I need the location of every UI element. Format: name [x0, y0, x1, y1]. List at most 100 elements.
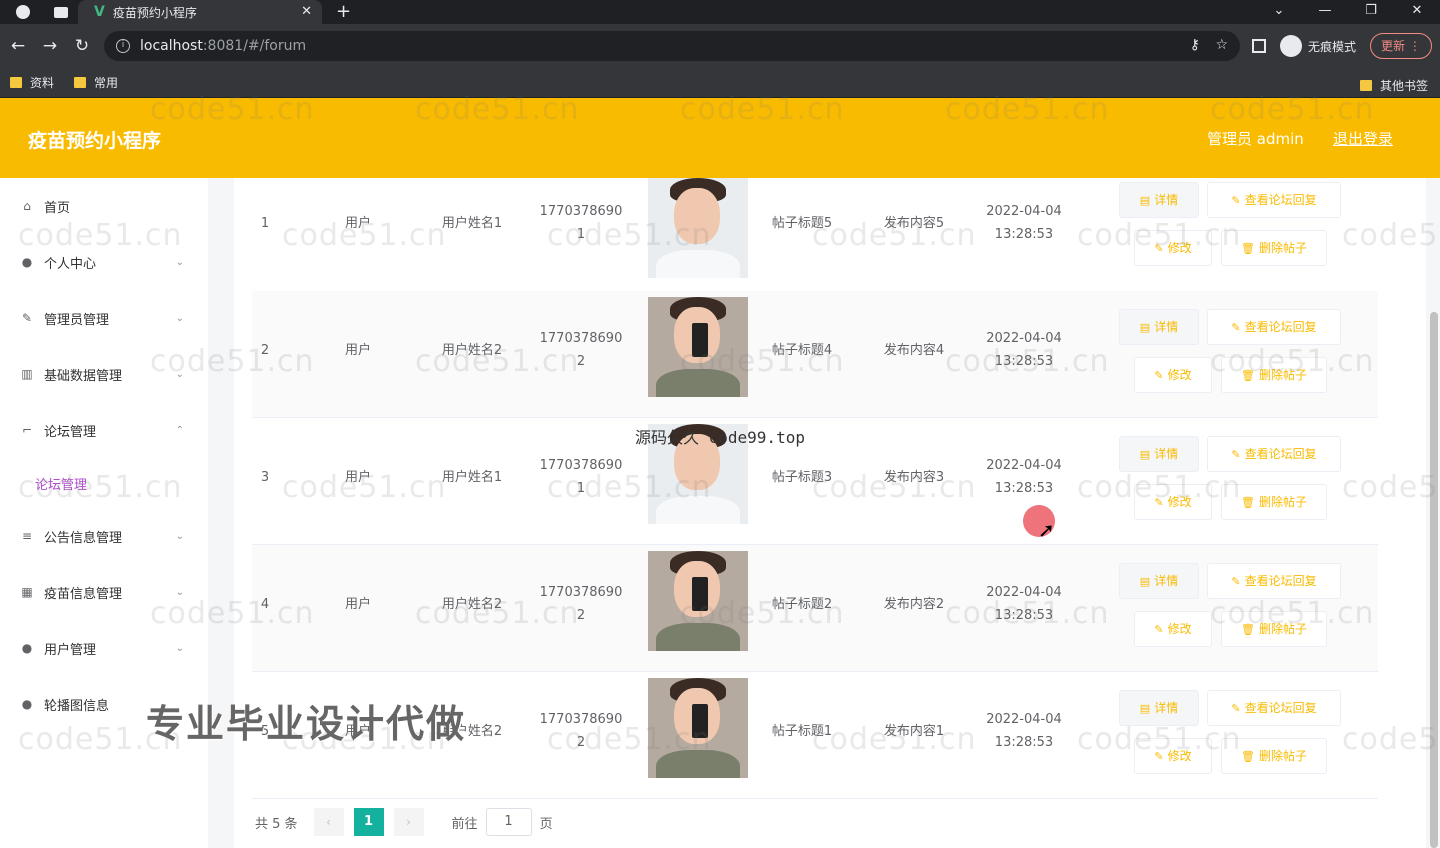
new-tab-icon[interactable]: +: [336, 0, 351, 24]
bookmark-folder[interactable]: 常用: [74, 74, 118, 91]
table-row: 4 用户 用户姓名2 1770378690 2 帖子标题2 发布内容2 2022-…: [252, 545, 1378, 672]
reload-icon[interactable]: ↻: [66, 36, 98, 56]
browser-tab-bar: V 疫苗预约小程序 ✕ + ⌄ — ❐ ✕: [0, 0, 1440, 24]
delete-post-button[interactable]: 🗑 删除帖子: [1221, 738, 1327, 774]
key-icon[interactable]: ⚷: [1190, 37, 1200, 53]
document-icon: ▤: [1139, 194, 1151, 207]
table-row: 1 用户 用户姓名1 1770378690 1 帖子标题5 发布内容5 2022-…: [252, 172, 1378, 299]
view-replies-button[interactable]: ✎ 查看论坛回复: [1207, 182, 1341, 218]
edit-icon: ✎: [1154, 623, 1164, 636]
edit-button[interactable]: ✎ 修改: [1134, 230, 1212, 266]
edit-icon: ✎: [1231, 194, 1241, 207]
sidebar-item-label: 个人中心: [44, 256, 97, 272]
delete-post-label: 删除帖子: [1258, 749, 1307, 763]
mouse-cursor-icon: ➚: [1038, 518, 1055, 542]
row-index: 4: [260, 597, 270, 612]
avatar-image: [648, 178, 748, 278]
sidebar-item-notices[interactable]: ≡ 公告信息管理 ⌄: [20, 525, 190, 547]
detail-button[interactable]: ▤ 详情: [1119, 563, 1199, 599]
chevron-down-icon: ⌄: [175, 530, 184, 542]
sidebar-item-basedata[interactable]: ▥ 基础数据管理 ⌄: [20, 363, 190, 385]
edit-icon: ✎: [21, 311, 33, 325]
view-replies-label: 查看论坛回复: [1244, 320, 1317, 334]
post-title: 帖子标题1: [771, 724, 833, 739]
trash-icon: 🗑: [1241, 750, 1255, 763]
post-content: 发布内容5: [883, 216, 945, 231]
view-replies-button[interactable]: ✎ 查看论坛回复: [1207, 436, 1341, 472]
other-bookmarks[interactable]: 其他书签: [1359, 77, 1428, 94]
edit-icon: ✎: [1154, 242, 1164, 255]
view-replies-button[interactable]: ✎ 查看论坛回复: [1207, 690, 1341, 726]
phone-line-2: 1: [576, 481, 586, 496]
home-icon: ⌂: [23, 199, 31, 213]
user-icon: ●: [21, 641, 33, 655]
edit-icon: ✎: [1154, 369, 1164, 382]
delete-post-label: 删除帖子: [1258, 495, 1307, 509]
avatar-image: [648, 551, 748, 651]
edit-button[interactable]: ✎ 修改: [1134, 738, 1212, 774]
sidebar-item-admins[interactable]: ✎ 管理员管理 ⌄: [20, 307, 190, 329]
phone-line-1: 1770378690: [539, 712, 623, 727]
user-phone: 1770378690 1: [536, 200, 626, 246]
close-window-icon[interactable]: ✕: [1394, 0, 1440, 24]
post-content: 发布内容3: [883, 470, 945, 485]
sidebar-item-forum[interactable]: ⌐ 论坛管理 ⌃: [20, 419, 190, 441]
browser-tab[interactable]: V 疫苗预约小程序 ✕: [78, 0, 322, 24]
delete-post-button[interactable]: 🗑 删除帖子: [1221, 484, 1327, 520]
url-input[interactable]: i localhost:8081/#/forum ⚷ ☆: [104, 31, 1240, 61]
minimize-icon[interactable]: —: [1302, 0, 1348, 24]
delete-post-button[interactable]: 🗑 删除帖子: [1221, 611, 1327, 647]
post-title: 帖子标题3: [771, 470, 833, 485]
site-info-icon[interactable]: i: [116, 39, 130, 53]
view-replies-button[interactable]: ✎ 查看论坛回复: [1207, 563, 1341, 599]
view-replies-label: 查看论坛回复: [1244, 447, 1317, 461]
user-type: 用户: [344, 216, 371, 231]
sidebar-item-label: 轮播图信息: [44, 698, 110, 714]
edit-button[interactable]: ✎ 修改: [1134, 611, 1212, 647]
edit-button[interactable]: ✎ 修改: [1134, 484, 1212, 520]
sidebar-item-label: 公告信息管理: [44, 530, 123, 546]
sidebar-item-users[interactable]: ● 用户管理 ⌄: [20, 637, 190, 659]
tab-close-icon[interactable]: ✕: [301, 4, 312, 19]
back-icon[interactable]: ←: [2, 36, 34, 56]
chevron-down-icon: ⌄: [175, 642, 184, 654]
forward-icon[interactable]: →: [34, 36, 66, 56]
delete-post-label: 删除帖子: [1258, 368, 1307, 382]
vertical-scrollbar[interactable]: [1430, 312, 1438, 848]
user-avatar: [648, 551, 748, 651]
delete-post-button[interactable]: 🗑 删除帖子: [1221, 230, 1327, 266]
page-jump-input[interactable]: 1: [485, 808, 532, 836]
avatar-phone: [692, 323, 708, 357]
globe-icon[interactable]: [16, 5, 30, 19]
detail-button[interactable]: ▤ 详情: [1119, 436, 1199, 472]
bookmark-star-icon[interactable]: ☆: [1215, 37, 1228, 53]
bookmark-folder[interactable]: 资料: [10, 74, 54, 91]
sidebar-item-profile[interactable]: ● 个人中心 ⌄: [20, 251, 190, 273]
sidebar-item-home[interactable]: ⌂ 首页: [20, 195, 190, 217]
submenu-item-forum[interactable]: 论坛管理: [35, 474, 87, 493]
logout-link[interactable]: 退出登录: [1333, 128, 1393, 149]
sidebar-item-vaccines[interactable]: ▦ 疫苗信息管理 ⌄: [20, 581, 190, 603]
edit-button[interactable]: ✎ 修改: [1134, 357, 1212, 393]
restore-icon[interactable]: ❐: [1348, 0, 1394, 24]
post-date: 2022-04-04 13:28:53: [974, 454, 1074, 500]
next-page-button[interactable]: ›: [393, 808, 424, 836]
prev-page-button[interactable]: ‹: [313, 808, 344, 836]
trash-icon: 🗑: [1241, 623, 1255, 636]
tab-search-icon[interactable]: ⌄: [1256, 0, 1302, 24]
detail-button-label: 详情: [1154, 701, 1179, 715]
delete-post-button[interactable]: 🗑 删除帖子: [1221, 357, 1327, 393]
update-button[interactable]: 更新 ⋮: [1370, 33, 1432, 59]
detail-button[interactable]: ▤ 详情: [1119, 309, 1199, 345]
window-icon[interactable]: [54, 6, 68, 18]
view-replies-button[interactable]: ✎ 查看论坛回复: [1207, 309, 1341, 345]
detail-button[interactable]: ▤ 详情: [1119, 182, 1199, 218]
side-panel-icon[interactable]: [1252, 39, 1266, 53]
edit-icon: ✎: [1231, 702, 1241, 715]
post-title: 帖子标题4: [771, 343, 833, 358]
detail-button[interactable]: ▤ 详情: [1119, 690, 1199, 726]
other-bookmarks-label: 其他书签: [1379, 79, 1428, 93]
page-number-current[interactable]: 1: [353, 808, 384, 836]
post-date-day: 2022-04-04: [986, 458, 1062, 473]
chevron-down-icon: ⌄: [175, 368, 184, 380]
